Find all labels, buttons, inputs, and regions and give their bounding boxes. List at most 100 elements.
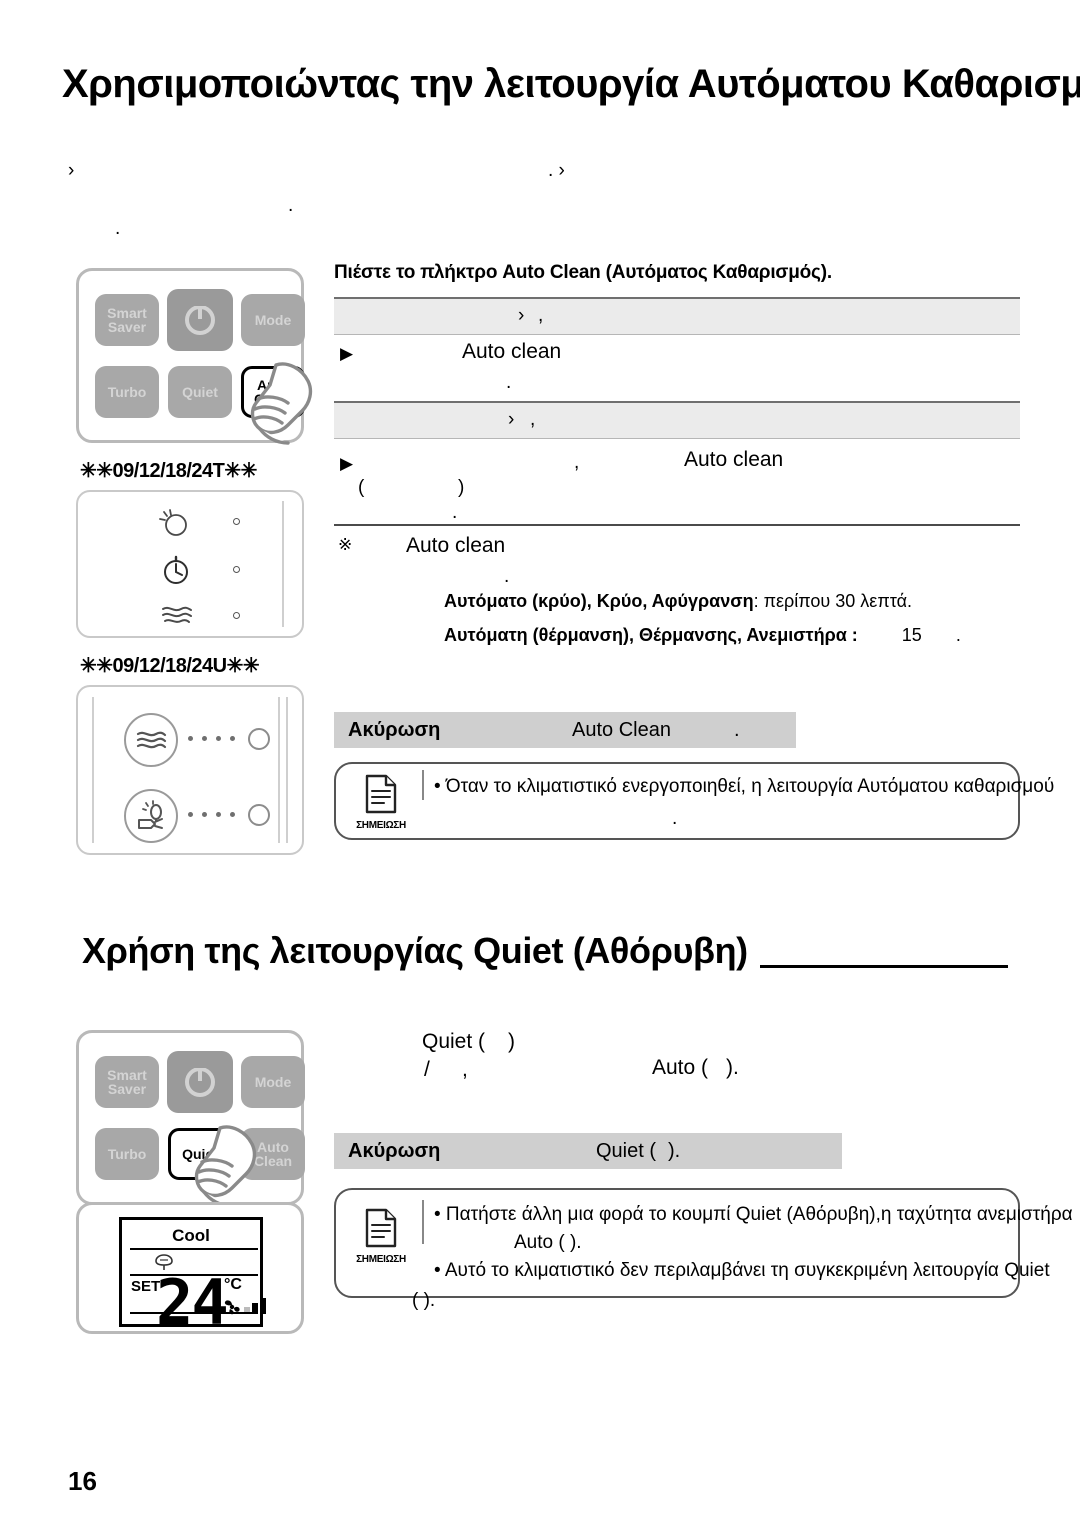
text-fragment: , — [574, 452, 580, 473]
note-box-quiet: ΣΗΜΕΙΩΣΗ • Πατήστε άλλη μια φορά το κουμ… — [334, 1188, 1073, 1298]
led-indicator — [248, 728, 270, 750]
remote-button-turbo[interactable]: Turbo — [95, 365, 159, 418]
panel-divider — [282, 500, 284, 628]
panel-label-U: ✳✳09/12/18/24U✳✳ — [80, 655, 260, 677]
led-indicator — [233, 612, 240, 619]
text-fragment: , — [538, 305, 544, 326]
text-fragment: . — [504, 566, 510, 587]
connector-dots — [188, 812, 235, 817]
note-line: • Όταν το κλιματιστικό ενεργοποιηθεί, η … — [434, 776, 1055, 797]
text-fragment: ) — [458, 477, 465, 498]
cancel-bar-auto-clean: Ακύρωση Auto Clean . — [334, 712, 796, 748]
duration-mode-label: Αυτόματη (θέρμανση), Θέρμανσης, Ανεμιστή… — [444, 625, 858, 645]
panel-divider — [278, 696, 280, 844]
note-divider — [422, 770, 424, 800]
text-fragment: › — [518, 305, 525, 326]
button-label-line1: Auto — [257, 376, 289, 393]
button-label-line2: Clean — [253, 390, 293, 407]
power-icon — [185, 305, 215, 335]
indoor-unit-panel-U — [76, 685, 304, 855]
button-label-line1: Mode — [254, 1074, 292, 1090]
remote-button-mode[interactable]: Mode — [241, 294, 305, 346]
remote-button-power[interactable] — [167, 1051, 233, 1113]
button-label-line2: Clean — [253, 1152, 293, 1169]
remote-button-auto-clean[interactable]: Auto Clean — [241, 365, 305, 418]
remote-button-smart-saver[interactable]: Smart Saver — [95, 1056, 159, 1108]
note-icon-wrap: ΣΗΜΕΙΩΣΗ — [350, 1208, 412, 1265]
text-fragment: . › — [548, 160, 565, 181]
button-label-line2: Saver — [107, 319, 147, 335]
text-fragment: . — [288, 195, 294, 216]
duration-value: 15 — [901, 625, 922, 645]
button-label-line1: Turbo — [107, 1145, 147, 1162]
cancel-label: Ακύρωση — [348, 1139, 441, 1162]
remote-button-quiet[interactable]: Quiet — [168, 365, 232, 418]
note-line: • Αυτό το κλιματιστικό δεν περιλαμβάνει … — [434, 1260, 1050, 1281]
text-fragment: Quiet ( — [422, 1030, 486, 1053]
cancel-label: Ακύρωση — [348, 718, 441, 741]
bullet-arrow-icon: ▶ — [340, 454, 354, 473]
bullet-arrow-icon: ▶ — [340, 344, 354, 363]
connector-dots — [188, 736, 235, 741]
button-label-line1: Smart — [107, 1067, 147, 1083]
button-label-line1: Turbo — [107, 383, 147, 400]
wave-icon — [162, 606, 192, 623]
table-row-gray — [334, 297, 1020, 335]
text-fragment: ( — [358, 477, 365, 498]
table-row-gray — [334, 401, 1020, 439]
text-fragment: . — [452, 502, 458, 523]
button-label-line1: Quiet — [182, 383, 218, 400]
button-label-line1: Auto — [257, 1138, 289, 1155]
text-fragment: , — [530, 409, 536, 430]
button-label-line1: Smart — [107, 305, 147, 321]
remote-button-quiet[interactable]: Quiet — [168, 1127, 232, 1180]
step-heading: Πιέστε το πλήκτρο Auto Clean (Αυτόματος … — [334, 262, 832, 283]
note-icon-label: ΣΗΜΕΙΩΣΗ — [356, 1254, 406, 1265]
note-icon-label: ΣΗΜΕΙΩΣΗ — [356, 820, 406, 831]
led-indicator — [233, 518, 240, 525]
lcd-shell: Cool SET 24 °C — [76, 1202, 304, 1334]
wave-icon — [136, 731, 167, 749]
wave-icon-circle — [124, 713, 178, 767]
note-line: . — [672, 808, 678, 829]
timer-icon — [164, 555, 188, 584]
remote-button-auto-clean[interactable]: Auto Clean — [241, 1127, 305, 1180]
plug-energy-icon-circle — [124, 789, 178, 843]
text-fragment: ) — [508, 1030, 515, 1053]
remote-button-smart-saver[interactable]: Smart Saver — [95, 294, 159, 346]
sun-moon-icon — [159, 509, 187, 536]
text-fragment: ). — [726, 1056, 739, 1079]
remote-control-auto-clean: Smart Saver Mode Turbo Quiet Auto Clean — [76, 268, 305, 443]
text-fragment: Auto ( — [652, 1056, 709, 1079]
lcd-divider — [130, 1312, 258, 1314]
page-title: Χρησιμοποιώντας την λειτουργία Αυτόματου… — [62, 62, 1080, 106]
remote-button-power[interactable] — [167, 289, 233, 351]
panel-label-T: ✳✳09/12/18/24T✳✳ — [80, 460, 257, 482]
led-indicator — [233, 566, 240, 573]
duration-mode-label: Αυτόματο (κρύο), Κρύο, Αφύγρανση — [444, 591, 754, 611]
cancel-tail: . — [734, 718, 740, 741]
cancel-value: Auto Clean — [572, 718, 671, 741]
power-icon — [185, 1067, 215, 1097]
lcd-screen: Cool SET 24 °C — [119, 1217, 266, 1334]
note-line: ( ). — [412, 1290, 436, 1311]
duration-line-cooling: Αυτόματο (κρύο), Κρύο, Αφύγρανση: περίπο… — [444, 591, 912, 612]
remote-button-turbo[interactable]: Turbo — [95, 1127, 159, 1180]
text-fragment: / — [424, 1058, 430, 1081]
document-note-icon — [365, 1208, 397, 1248]
lcd-unit: °C — [224, 1276, 242, 1293]
note-line: • Πατήστε άλλη μια φορά το κουμπί Quiet … — [434, 1204, 1073, 1225]
remote-control-quiet: Smart Saver Mode Turbo Quiet Auto Clean — [76, 1030, 305, 1205]
cancel-value: Quiet ( — [596, 1139, 657, 1162]
panel-divider — [286, 696, 288, 844]
button-label-line2: Saver — [107, 1081, 147, 1097]
remote-button-mode[interactable]: Mode — [241, 1056, 305, 1108]
lcd-mode-label: Cool — [172, 1226, 210, 1245]
lcd-temperature: 24 — [156, 1266, 229, 1339]
led-indicator — [248, 804, 270, 826]
cancel-bar-quiet: Ακύρωση Quiet ( ). — [334, 1133, 842, 1169]
row-text: Auto clean — [406, 534, 506, 557]
plug-energy-icon — [138, 800, 163, 829]
asterisk-marker-icon: ※ — [338, 535, 353, 554]
indoor-unit-panel-T — [76, 490, 304, 638]
